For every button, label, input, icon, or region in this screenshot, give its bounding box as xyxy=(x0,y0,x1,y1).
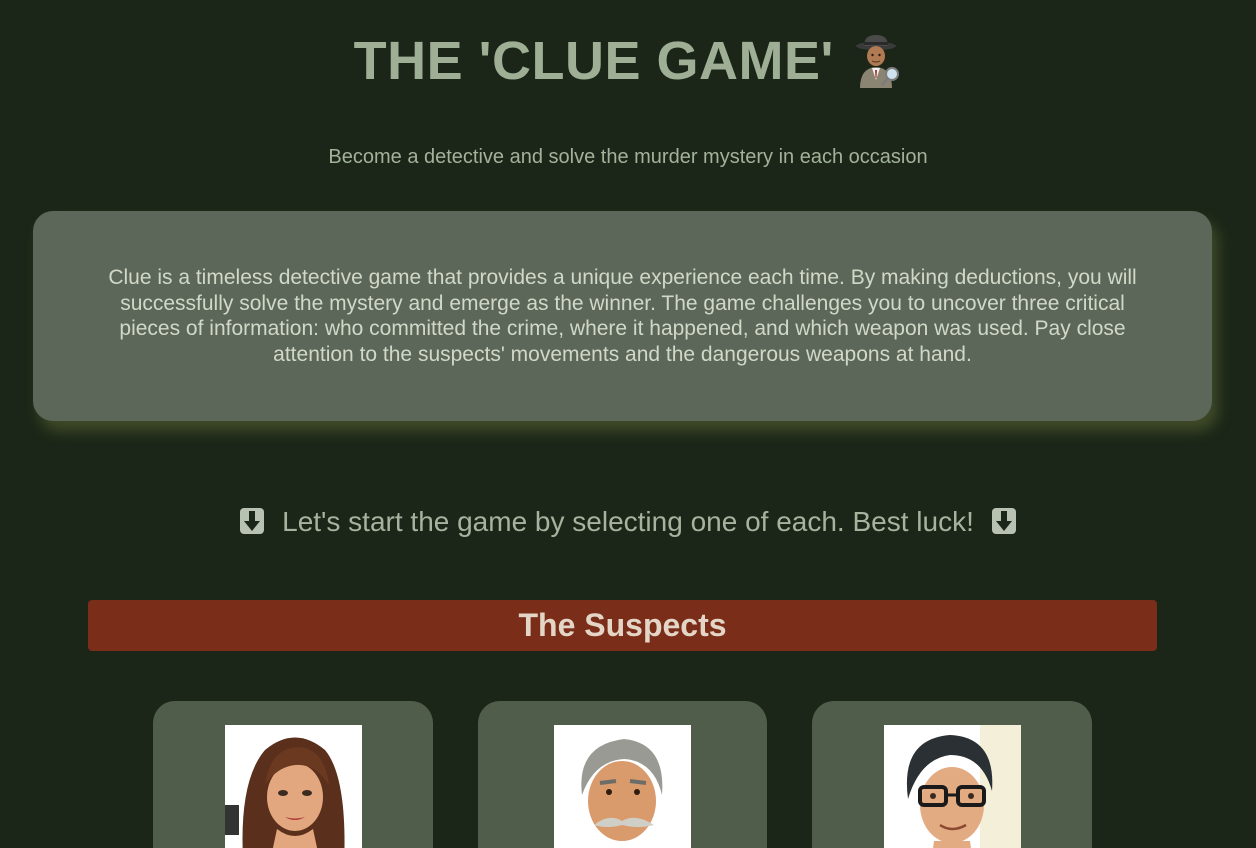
intro-card: Clue is a timeless detective game that p… xyxy=(33,211,1212,421)
intro-text: Clue is a timeless detective game that p… xyxy=(108,266,1137,366)
mustached-man-portrait-image xyxy=(554,725,691,848)
woman-portrait-image xyxy=(225,725,362,848)
suspect-card[interactable] xyxy=(812,701,1092,848)
subtitle: Become a detective and solve the murder … xyxy=(328,146,928,168)
suspects-section-heading: The Suspects xyxy=(88,600,1157,651)
prompt-row: Let's start the game by selecting one of… xyxy=(0,506,1256,538)
title-row: THE 'CLUE GAME' xyxy=(0,30,1256,92)
prompt-text: Let's start the game by selecting one of… xyxy=(282,506,974,537)
down-arrow-icon xyxy=(240,508,265,534)
suspect-card[interactable] xyxy=(153,701,433,848)
page: THE 'CLUE GAME' Become a detective and s… xyxy=(0,0,1256,848)
suspect-card[interactable] xyxy=(478,701,767,848)
down-arrow-icon xyxy=(991,508,1016,534)
detective-icon xyxy=(852,32,902,90)
page-title: THE 'CLUE GAME' xyxy=(353,31,834,91)
glasses-man-portrait-image xyxy=(884,725,1021,848)
